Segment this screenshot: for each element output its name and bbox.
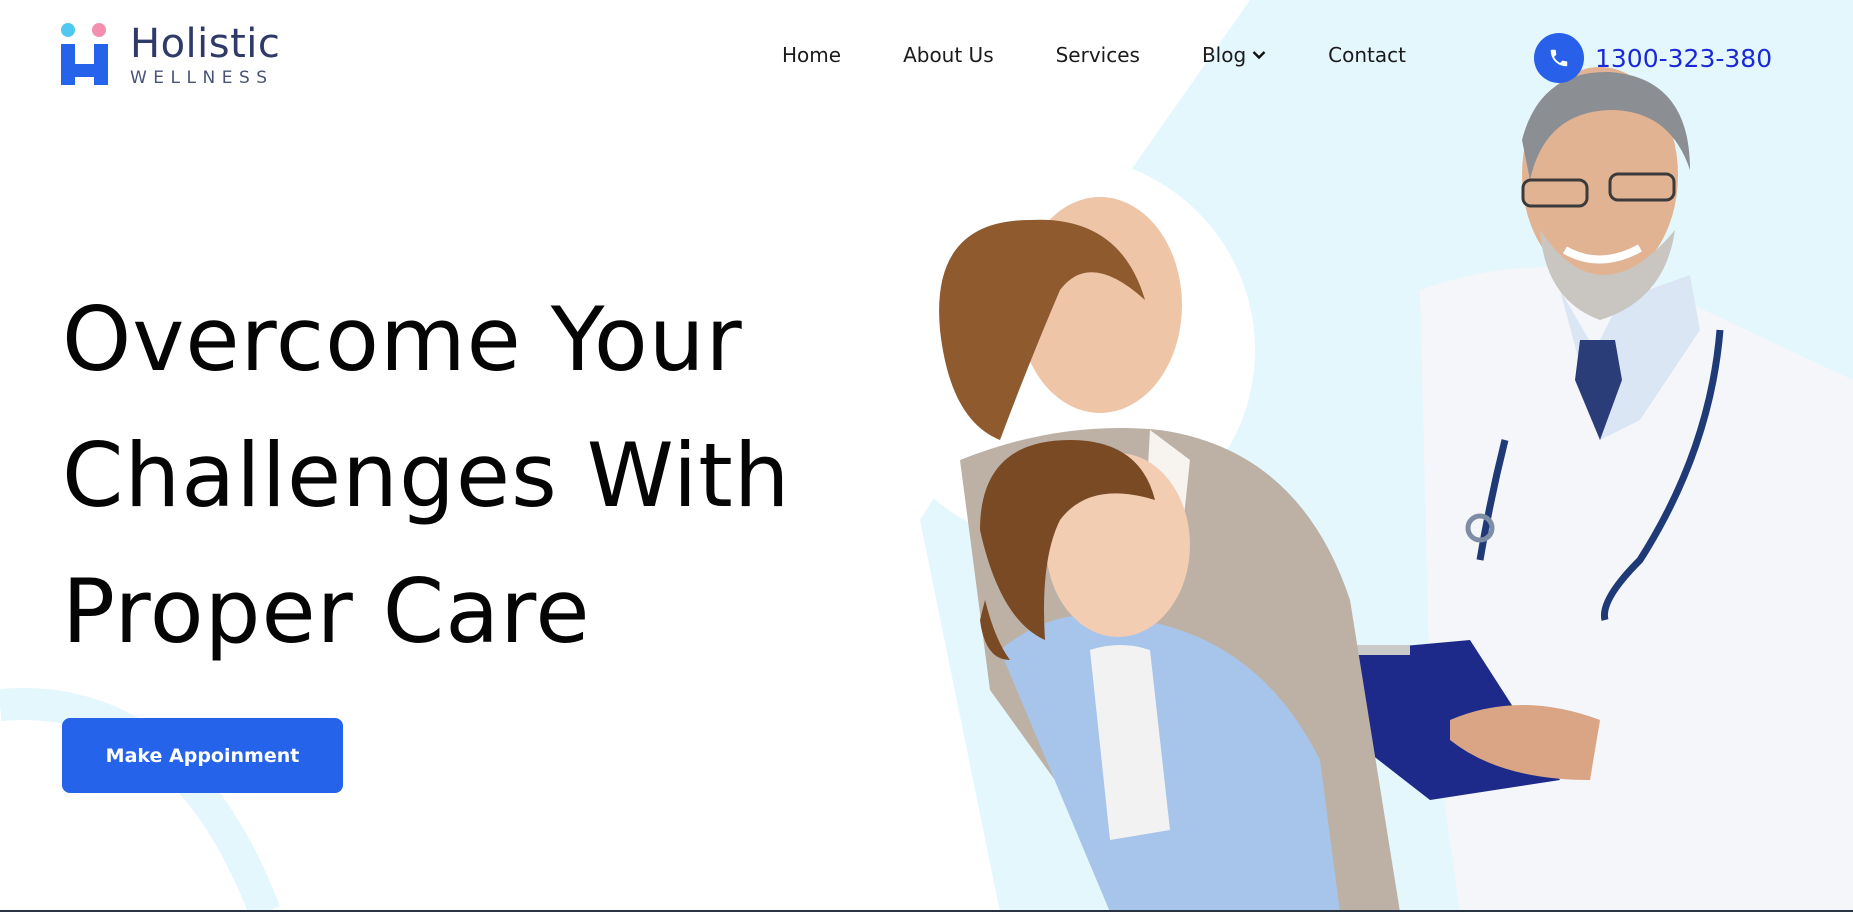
phone-number: 1300-323-380 (1595, 43, 1773, 73)
hero-title: Overcome Your Challenges With Proper Car… (62, 272, 922, 680)
nav-item-home[interactable]: Home (782, 43, 841, 67)
nav-item-services[interactable]: Services (1056, 43, 1140, 67)
hero-title-line-1: Overcome Your (62, 288, 743, 391)
nav-item-contact[interactable]: Contact (1328, 43, 1406, 67)
chevron-down-icon (1252, 51, 1266, 60)
nav-item-blog[interactable]: Blog (1202, 43, 1266, 67)
logo-text: Holistic WELLNESS (130, 24, 280, 87)
logo-mark-icon (60, 22, 110, 88)
landing-page: Holistic WELLNESS Home About Us Services… (0, 0, 1853, 912)
hero-title-line-2: Challenges With (62, 424, 791, 527)
nav-item-about-us[interactable]: About Us (903, 43, 994, 67)
brand-name: Holistic (130, 20, 281, 67)
hero-title-line-3: Proper Care (62, 560, 591, 663)
phone-link[interactable]: 1300-323-380 (1534, 33, 1772, 83)
brand-logo[interactable]: Holistic WELLNESS (60, 22, 280, 88)
main-nav: Home About Us Services Blog Contact (782, 43, 1406, 67)
brand-tagline: WELLNESS (130, 67, 274, 88)
make-appointment-button[interactable]: Make Appoinment (62, 718, 343, 793)
phone-icon (1534, 33, 1584, 83)
site-header: Holistic WELLNESS Home About Us Services… (0, 0, 1853, 118)
nav-item-blog-label: Blog (1201, 43, 1247, 67)
